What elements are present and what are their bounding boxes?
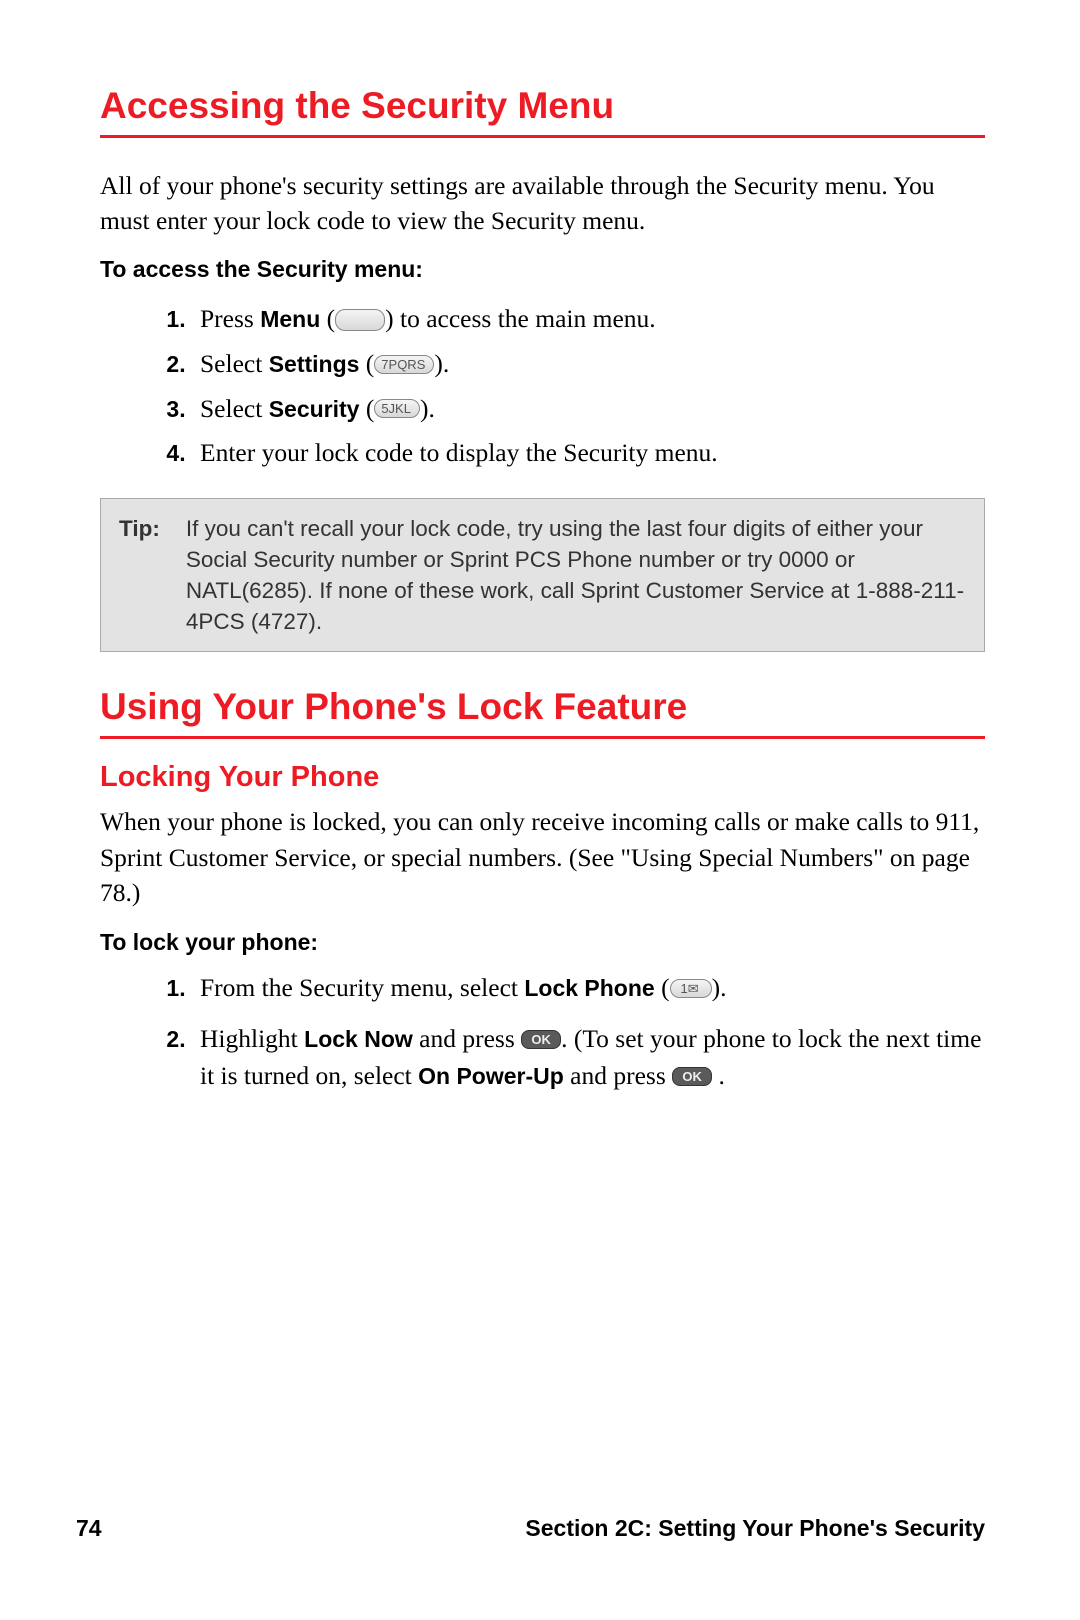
- step-text: (: [320, 304, 335, 333]
- tip-text: If you can't recall your lock code, try …: [186, 513, 966, 637]
- key-1-icon: 1✉: [670, 979, 712, 998]
- step-text: (: [359, 394, 374, 423]
- ok-key-icon: OK: [672, 1067, 712, 1086]
- page-number: 74: [76, 1515, 102, 1542]
- page-footer: 74 Section 2C: Setting Your Phone's Secu…: [0, 1515, 1080, 1542]
- key-7-icon: 7PQRS: [374, 355, 434, 374]
- subhead-lock-phone: To lock your phone:: [100, 929, 985, 956]
- menu-key-icon: [335, 309, 385, 331]
- subhead-access-security: To access the Security menu:: [100, 256, 985, 283]
- security-label: Security: [269, 396, 360, 422]
- step-text: .: [712, 1061, 725, 1090]
- steps-lock-phone: From the Security menu, select Lock Phon…: [100, 970, 985, 1095]
- step-text: ).: [434, 349, 449, 378]
- step-text: and press: [413, 1024, 521, 1053]
- key-5-icon: 5JKL: [374, 399, 420, 418]
- lock-step-1: From the Security menu, select Lock Phon…: [192, 970, 985, 1007]
- step-3: Select Security (5JKL).: [192, 387, 985, 432]
- locking-body: When your phone is locked, you can only …: [100, 804, 985, 911]
- tip-label: Tip:: [119, 513, 160, 637]
- step-text: ).: [712, 973, 727, 1002]
- intro-paragraph: All of your phone's security settings ar…: [100, 168, 985, 238]
- steps-access-security: Press Menu ( ) to access the main menu. …: [100, 297, 985, 476]
- step-text: (: [359, 349, 374, 378]
- step-4: Enter your lock code to display the Secu…: [192, 431, 985, 476]
- step-text: Select: [200, 349, 269, 378]
- tip-box: Tip: If you can't recall your lock code,…: [100, 498, 985, 652]
- step-1: Press Menu ( ) to access the main menu.: [192, 297, 985, 342]
- lock-step-2: Highlight Lock Now and press OK. (To set…: [192, 1021, 985, 1095]
- lock-phone-label: Lock Phone: [524, 975, 654, 1001]
- on-power-up-label: On Power-Up: [418, 1063, 564, 1089]
- subheading-locking-phone: Locking Your Phone: [100, 761, 985, 794]
- step-2: Select Settings (7PQRS).: [192, 342, 985, 387]
- step-text: ).: [420, 394, 435, 423]
- footer-section: Section 2C: Setting Your Phone's Securit…: [525, 1515, 985, 1542]
- step-text: ) to access the main menu.: [385, 304, 656, 333]
- step-text: Press: [200, 304, 260, 333]
- ok-key-icon: OK: [521, 1030, 561, 1049]
- heading-accessing-security: Accessing the Security Menu: [100, 85, 985, 138]
- step-text: and press: [564, 1061, 672, 1090]
- lock-now-label: Lock Now: [304, 1026, 413, 1052]
- step-text: Highlight: [200, 1024, 304, 1053]
- heading-lock-feature: Using Your Phone's Lock Feature: [100, 686, 985, 739]
- step-text: Select: [200, 394, 269, 423]
- step-text: From the Security menu, select: [200, 973, 524, 1002]
- step-text: (: [655, 973, 670, 1002]
- settings-label: Settings: [269, 351, 360, 377]
- menu-label: Menu: [260, 306, 320, 332]
